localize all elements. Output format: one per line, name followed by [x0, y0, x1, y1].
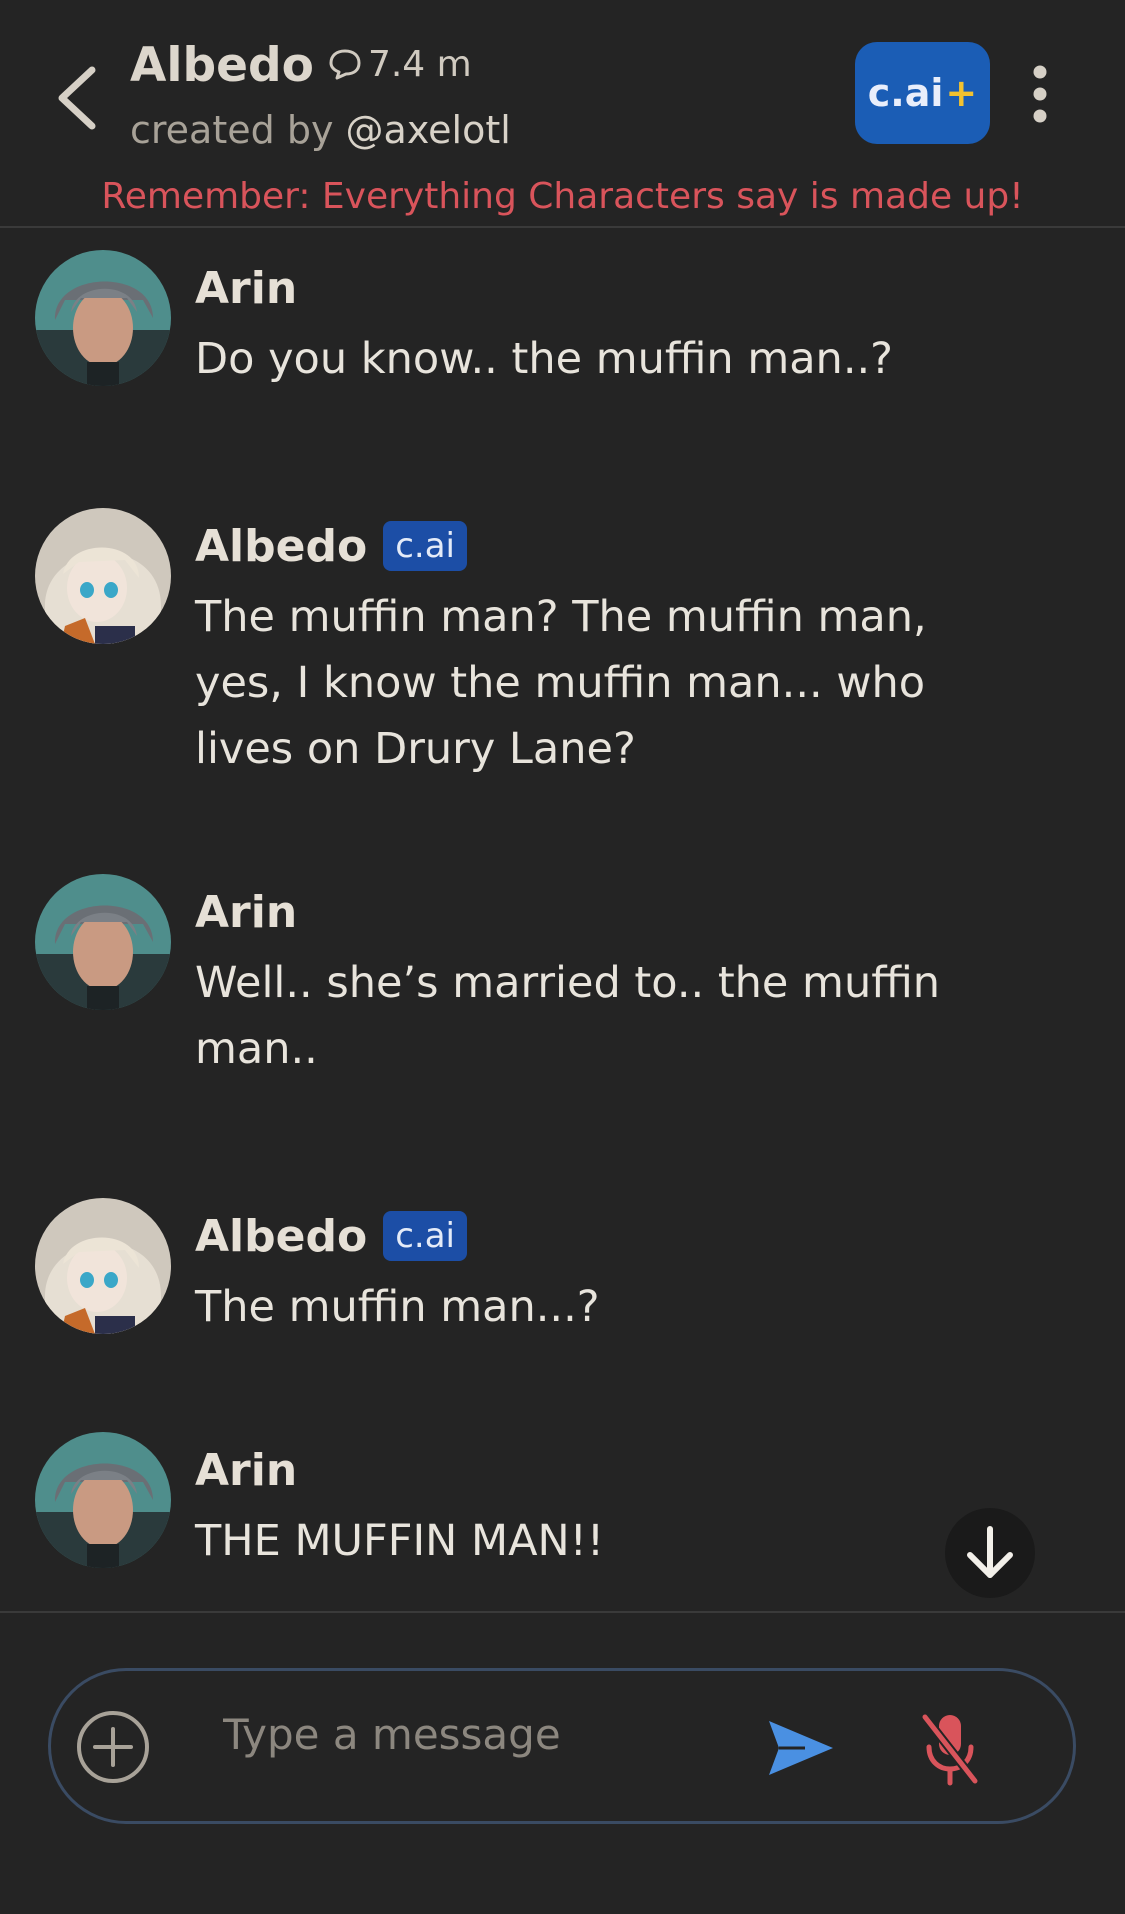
- cai-plus-label: c.ai: [867, 71, 944, 115]
- microphone-button[interactable]: [917, 1709, 983, 1789]
- chevron-left-icon: [58, 66, 96, 130]
- title-row: Albedo 7.4 m: [130, 38, 472, 93]
- character-title[interactable]: Albedo: [130, 38, 314, 93]
- disclaimer-text: Remember: Everything Characters say is m…: [101, 176, 1024, 217]
- message-text: The muffin man...?: [195, 1282, 600, 1332]
- avatar[interactable]: [35, 1198, 171, 1334]
- character-avatar-image: [35, 1198, 171, 1334]
- ai-badge: c.ai: [383, 521, 467, 571]
- scroll-to-bottom-button[interactable]: [945, 1508, 1035, 1598]
- composer-divider: [0, 1611, 1125, 1613]
- user-avatar-image: [35, 1432, 171, 1568]
- mic-off-icon: [920, 1712, 980, 1786]
- chat-count-value: 7.4 m: [367, 43, 472, 85]
- avatar[interactable]: [35, 508, 171, 644]
- creator-prefix: created by: [130, 108, 334, 152]
- user-avatar-image: [35, 874, 171, 1010]
- character-avatar-image: [35, 508, 171, 644]
- name-row: Arin: [195, 260, 955, 316]
- creator-handle[interactable]: @axelotl: [346, 108, 511, 152]
- chat-count: 7.4 m: [328, 44, 472, 85]
- name-row: Albedo c.ai: [195, 1208, 955, 1264]
- plus-symbol: +: [945, 71, 978, 115]
- creator-line: created by @axelotl: [130, 108, 511, 152]
- message-text: The muffin man? The muffin man, yes, I k…: [195, 592, 927, 774]
- message-text: Well.. she’s married to.. the muffin man…: [195, 958, 941, 1074]
- message-text: Do you know.. the muffin man..?: [195, 334, 893, 384]
- avatar[interactable]: [35, 1432, 171, 1568]
- user-avatar-image: [35, 250, 171, 386]
- plus-circle-icon: [77, 1711, 149, 1783]
- sender-name: Arin: [195, 262, 298, 314]
- message-body: Arin THE MUFFIN MAN!!: [195, 1442, 955, 1574]
- name-row: Arin: [195, 884, 955, 940]
- sender-name: Arin: [195, 1444, 298, 1496]
- more-options-button[interactable]: [1025, 64, 1055, 124]
- chat-screen: Albedo 7.4 m created by @axelotl c.ai + R…: [0, 0, 1125, 1914]
- cai-plus-button[interactable]: c.ai +: [855, 42, 990, 144]
- message-body: Arin Well.. she’s married to.. the muffi…: [195, 884, 955, 1082]
- avatar[interactable]: [35, 874, 171, 1010]
- message-input[interactable]: [223, 1699, 763, 1769]
- message-body: Albedo c.ai The muffin man? The muffin m…: [195, 518, 955, 782]
- arrow-down-icon: [967, 1526, 1013, 1578]
- chat-bubble-icon: [329, 49, 361, 80]
- avatar[interactable]: [35, 250, 171, 386]
- message-text: THE MUFFIN MAN!!: [195, 1516, 605, 1566]
- name-row: Arin: [195, 1442, 955, 1498]
- send-icon: [769, 1721, 833, 1775]
- name-row: Albedo c.ai: [195, 518, 955, 574]
- back-button[interactable]: [48, 58, 108, 138]
- chat-header: Albedo 7.4 m created by @axelotl c.ai + R…: [0, 0, 1125, 228]
- message-body: Arin Do you know.. the muffin man..?: [195, 260, 955, 392]
- add-attachment-button[interactable]: [75, 1709, 151, 1785]
- more-vertical-icon: [1033, 65, 1047, 123]
- sender-name: Albedo: [195, 520, 368, 572]
- sender-name: Albedo: [195, 1210, 368, 1262]
- sender-name: Arin: [195, 886, 298, 938]
- send-button[interactable]: [765, 1715, 837, 1781]
- ai-badge: c.ai: [383, 1211, 467, 1261]
- message-composer: [48, 1668, 1076, 1824]
- message-body: Albedo c.ai The muffin man...?: [195, 1208, 955, 1340]
